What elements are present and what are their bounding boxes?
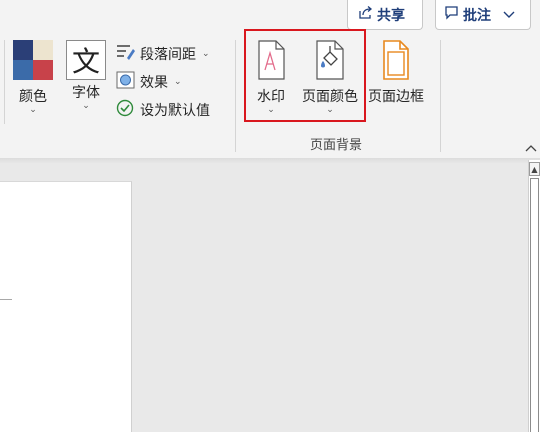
comment-button[interactable]: 批注 xyxy=(435,0,531,30)
fonts-glyph: 文 xyxy=(71,45,100,78)
highlight-box xyxy=(244,29,366,122)
chevron-down-icon[interactable] xyxy=(503,7,515,23)
ribbon-separator xyxy=(440,40,441,152)
colors-label: 颜色 xyxy=(19,89,47,105)
paragraph-spacing-label: 段落间距 xyxy=(140,47,196,63)
scroll-up-arrow-icon[interactable]: ▲ xyxy=(529,162,540,176)
ribbon-separator xyxy=(4,40,5,124)
check-circle-icon xyxy=(116,99,136,121)
collapse-ribbon-icon[interactable] xyxy=(525,142,537,155)
document-page[interactable] xyxy=(0,181,132,432)
fonts-button[interactable]: 文 字体 ⌄ xyxy=(64,40,108,111)
share-icon xyxy=(358,5,373,24)
comment-label: 批注 xyxy=(463,7,491,24)
effects-icon xyxy=(116,71,136,93)
fonts-label: 字体 xyxy=(72,85,100,101)
page-background-group-label: 页面背景 xyxy=(309,138,362,153)
share-label: 共享 xyxy=(377,7,405,24)
chevron-down-icon: ⌄ xyxy=(82,101,90,111)
paragraph-spacing-icon xyxy=(116,43,136,65)
fonts-icon: 文 xyxy=(66,40,106,80)
page-borders-label: 页面边框 xyxy=(368,89,424,105)
set-default-label: 设为默认值 xyxy=(140,103,210,119)
page-borders-button[interactable]: 页面边框 xyxy=(364,40,428,106)
set-default-button[interactable]: 设为默认值 xyxy=(116,99,210,121)
colors-swatch-icon xyxy=(13,40,53,84)
margin-marker xyxy=(0,299,12,300)
paragraph-spacing-button[interactable]: 段落间距 ⌄ xyxy=(116,43,210,65)
share-button[interactable]: 共享 xyxy=(347,0,423,30)
scrollbar-thumb[interactable] xyxy=(530,178,539,432)
chevron-down-icon: ⌄ xyxy=(29,105,37,115)
effects-button[interactable]: 效果 ⌄ xyxy=(116,71,182,93)
ribbon-separator xyxy=(235,40,236,152)
colors-button[interactable]: 颜色 ⌄ xyxy=(11,40,55,115)
chevron-down-icon: ⌄ xyxy=(174,77,182,87)
effects-label: 效果 xyxy=(140,75,168,91)
page-borders-icon xyxy=(381,40,411,84)
chevron-down-icon: ⌄ xyxy=(202,49,210,59)
comment-icon xyxy=(444,5,459,24)
